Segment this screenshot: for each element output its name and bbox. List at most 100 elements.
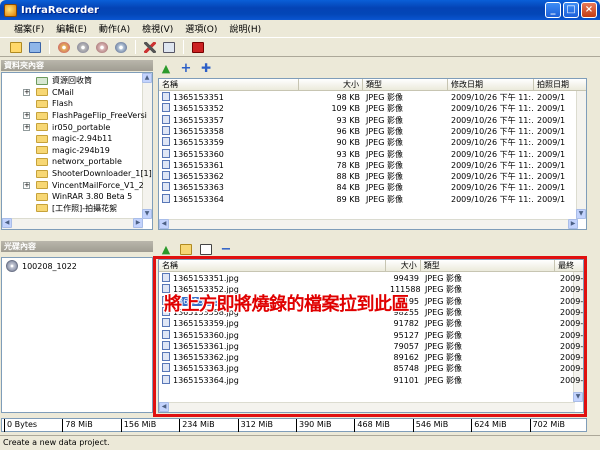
- menu-action[interactable]: 動作(A): [93, 22, 136, 35]
- column-type[interactable]: 類型: [363, 79, 448, 91]
- scroll-right-icon[interactable]: ▶: [133, 218, 143, 228]
- tree-vertical-scrollbar[interactable]: ▲ ▼: [142, 73, 152, 219]
- tree-item[interactable]: magic-2.94b11: [2, 133, 143, 145]
- meter-tick: [120, 419, 122, 432]
- jpeg-file-icon: [162, 352, 170, 362]
- file-row[interactable]: 1365153351 98 KB JPEG 影像 2009/10/26 下午 11:.…: [159, 92, 578, 103]
- file-row[interactable]: 1365153361 78 KB JPEG 影像 2009/10/26 下午 11:.…: [159, 159, 578, 171]
- menu-edit[interactable]: 編輯(E): [50, 22, 93, 35]
- log-icon[interactable]: [161, 39, 177, 55]
- tree-item[interactable]: + VincentMailForce_V1_2: [2, 179, 144, 191]
- expand-icon[interactable]: +: [23, 181, 30, 189]
- column-type[interactable]: 類型: [421, 260, 556, 272]
- tree-item[interactable]: [工作照]-拍攝花絮: [2, 203, 143, 215]
- tree-item[interactable]: Flash: [2, 98, 143, 110]
- file-name: 1365153364.jpg: [173, 375, 239, 385]
- disc-root-item[interactable]: 100208_1022: [6, 260, 77, 272]
- file-name-cell: 1365153361: [159, 159, 299, 171]
- disc-file-row[interactable]: 1365153364.jpg 91101 JPEG 影像 2009-1: [159, 374, 583, 386]
- disc-file-row[interactable]: 1365153361.jpg 79057 JPEG 影像 2009-1: [159, 340, 584, 352]
- file-row[interactable]: 1365153352 109 KB JPEG 影像 2009/10/26 下午 11:…: [159, 103, 578, 114]
- disc-file-row[interactable]: 1365153360.jpg 95127 JPEG 影像 2009-1: [159, 329, 583, 341]
- close-button[interactable]: ×: [581, 2, 597, 18]
- up-arrow-icon[interactable]: ▲: [158, 60, 174, 76]
- file-row[interactable]: 1365153364 89 KB JPEG 影像 2009/10/26 下午 11:.…: [159, 193, 578, 205]
- disc-file-row[interactable]: 1365153363.jpg 85748 JPEG 影像 2009-1: [159, 363, 583, 374]
- menu-file[interactable]: 檔案(F): [8, 22, 50, 35]
- meter-tick: [471, 419, 473, 432]
- tree-item[interactable]: magic-294b19: [2, 145, 143, 157]
- new-project-icon[interactable]: [8, 39, 24, 55]
- scroll-left-icon[interactable]: ◀: [159, 219, 169, 229]
- disc-file-row[interactable]: 1365153362.jpg 89162 JPEG 影像 2009-1: [159, 352, 584, 363]
- column-name[interactable]: 名稱: [159, 79, 299, 91]
- file-type: JPEG 影像: [425, 330, 462, 340]
- erase-disc-icon[interactable]: [94, 39, 110, 55]
- file-row[interactable]: 1365153358 96 KB JPEG 影像 2009/10/26 下午 11:.…: [159, 125, 578, 137]
- minimize-button[interactable]: _: [545, 2, 561, 18]
- folder-icon: [36, 99, 48, 108]
- file-row[interactable]: 1365153363 84 KB JPEG 影像 2009/10/26 下午 11:.…: [159, 182, 578, 193]
- scroll-right-icon[interactable]: ▶: [568, 219, 578, 229]
- disc-file-list[interactable]: 名稱 大小 類型 最終 ▼ ◀ 1365153351.jpg 99439 JPEG …: [158, 259, 584, 413]
- column-taken[interactable]: 拍照日期: [534, 79, 578, 91]
- scroll-left-icon[interactable]: ◀: [2, 218, 12, 228]
- disc-tree[interactable]: 100208_1022: [1, 257, 153, 413]
- remove-icon[interactable]: −: [218, 241, 234, 257]
- folder-icon: [36, 146, 48, 155]
- column-name[interactable]: 名稱: [159, 260, 386, 272]
- column-size[interactable]: 大小: [299, 79, 363, 91]
- menu-options[interactable]: 選項(O): [179, 22, 223, 35]
- copy-disc-icon[interactable]: [75, 39, 91, 55]
- add-all-icon[interactable]: ✚: [198, 60, 214, 76]
- tree-item[interactable]: WinRAR 3.80 Beta 5: [2, 191, 143, 203]
- exit-icon[interactable]: [190, 39, 206, 55]
- file-date: 2009-1: [560, 353, 584, 363]
- file-size: 91782: [393, 319, 419, 329]
- explorer-file-list[interactable]: 名稱 大小 類型 修改日期 拍照日期 ▼ ◀ ▶ 1365153351 98 KB…: [158, 78, 587, 230]
- scroll-up-icon[interactable]: ▲: [142, 73, 152, 83]
- file-row[interactable]: 1365153359 90 KB JPEG 影像 2009/10/26 下午 11:.…: [159, 137, 578, 148]
- tree-item[interactable]: ShooterDownloader_1[1]: [2, 168, 152, 180]
- tree-item[interactable]: networx_portable: [2, 156, 143, 168]
- disc-file-row[interactable]: 1365153359.jpg 91782 JPEG 影像 2009-1: [159, 318, 583, 329]
- tree-item[interactable]: + FlashPageFlip_FreeVersi: [2, 110, 147, 122]
- up-arrow-icon[interactable]: ▲: [158, 241, 174, 257]
- menu-help[interactable]: 說明(H): [223, 22, 267, 35]
- tree-item[interactable]: 資源回收筒: [2, 75, 143, 87]
- column-modified[interactable]: 修改日期: [448, 79, 534, 91]
- expand-icon[interactable]: +: [23, 123, 30, 131]
- column-date[interactable]: 最終: [555, 260, 583, 272]
- file-row[interactable]: 1365153362 88 KB JPEG 影像 2009/10/26 下午 11:.…: [159, 171, 578, 182]
- disc-info-icon[interactable]: [113, 39, 129, 55]
- file-date: 2009-1: [560, 341, 584, 351]
- file-row[interactable]: 1365153357 93 KB JPEG 影像 2009/10/26 下午 11:.…: [159, 114, 578, 126]
- add-icon[interactable]: +: [178, 60, 194, 76]
- burn-image-icon[interactable]: [56, 39, 72, 55]
- tree-item[interactable]: + ir050_portable: [2, 121, 143, 133]
- file-date: 2009-1: [560, 285, 584, 295]
- scroll-down-icon[interactable]: ▼: [576, 209, 586, 219]
- file-row[interactable]: 1365153360 93 KB JPEG 影像 2009/10/26 下午 11:.…: [159, 148, 578, 160]
- title-bar[interactable]: InfraRecorder _ □ ×: [0, 0, 600, 20]
- meter-label: 0 Bytes: [7, 420, 38, 429]
- open-icon[interactable]: [27, 39, 43, 55]
- rename-icon[interactable]: [198, 241, 214, 257]
- folder-tree[interactable]: ▲ ▼ ◀ ▶ 資源回收筒 + CMail Flash + FlashPageFlip_F…: [1, 72, 153, 230]
- tools-icon[interactable]: [142, 39, 158, 55]
- scroll-left-icon[interactable]: ◀: [159, 402, 169, 412]
- scroll-down-icon[interactable]: ▼: [573, 392, 583, 402]
- scroll-down-icon[interactable]: ▼: [142, 209, 152, 219]
- new-folder-icon[interactable]: [178, 241, 194, 257]
- maximize-button[interactable]: □: [563, 2, 579, 18]
- expand-icon[interactable]: +: [23, 112, 30, 120]
- disc-horizontal-scrollbar[interactable]: ◀: [159, 402, 575, 412]
- explorer-horizontal-scrollbar[interactable]: ◀ ▶: [159, 219, 578, 229]
- tree-horizontal-scrollbar[interactable]: ◀ ▶: [2, 218, 143, 229]
- column-size[interactable]: 大小: [386, 260, 421, 272]
- expand-icon[interactable]: +: [23, 88, 30, 96]
- disc-file-row[interactable]: 1365153351.jpg 99439 JPEG 影像 2009-1: [159, 273, 583, 284]
- menu-view[interactable]: 檢視(V): [136, 22, 179, 35]
- tree-item[interactable]: + CMail: [2, 87, 143, 99]
- jpeg-file-icon: [162, 148, 170, 158]
